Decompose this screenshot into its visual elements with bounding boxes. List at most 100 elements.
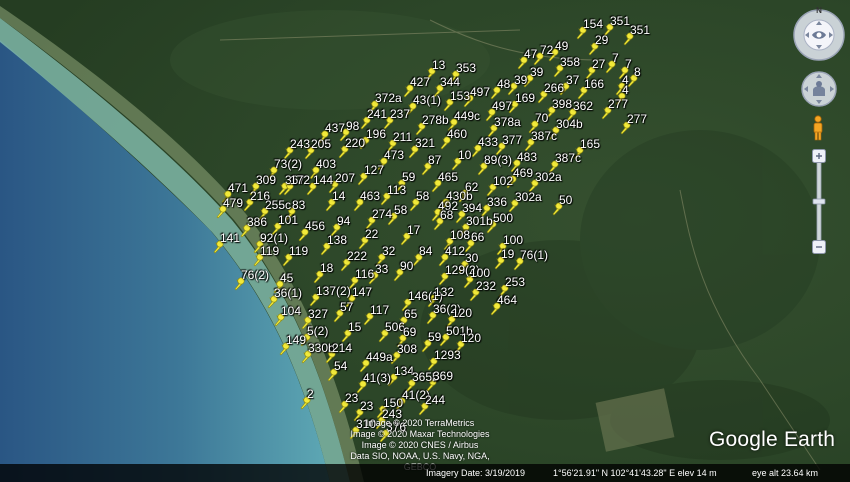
placemark-label[interactable]: 117 xyxy=(370,304,389,316)
placemark-label[interactable]: 255c xyxy=(265,199,291,211)
placemark-label[interactable]: 69 xyxy=(403,326,416,338)
pegman-icon[interactable] xyxy=(811,115,825,141)
placemark-label[interactable]: 58 xyxy=(416,190,429,202)
placemark-label[interactable]: 327 xyxy=(308,308,328,320)
placemark-label[interactable]: 119 xyxy=(289,245,308,257)
zoom-out-icon[interactable] xyxy=(812,240,826,254)
placemark-label[interactable]: 104 xyxy=(281,305,301,317)
placemark-label[interactable]: 37 xyxy=(566,74,579,86)
placemark-label[interactable]: 387c xyxy=(555,152,581,164)
placemark-label[interactable]: 277 xyxy=(608,98,628,110)
placemark-label[interactable]: 398 xyxy=(552,98,572,110)
placemark-label[interactable]: 72 xyxy=(540,44,553,56)
satellite-map[interactable] xyxy=(0,0,850,482)
compass-ring-icon[interactable] xyxy=(792,8,846,62)
placemark-label[interactable]: 483 xyxy=(517,151,537,163)
placemark-label[interactable]: 1293 xyxy=(434,349,461,361)
placemark-label[interactable]: 102 xyxy=(493,175,513,187)
placemark-label[interactable]: 47 xyxy=(524,48,537,60)
placemark-label[interactable]: 90 xyxy=(400,260,413,272)
placemark-label[interactable]: 87 xyxy=(428,154,441,166)
placemark-label[interactable]: 372a xyxy=(375,92,402,104)
placemark-label[interactable]: 344 xyxy=(440,76,460,88)
look-joystick-icon[interactable] xyxy=(800,70,838,108)
placemark-label[interactable]: 460 xyxy=(447,128,467,140)
placemark-label[interactable]: 497 xyxy=(492,100,512,112)
placemark-label[interactable]: 83 xyxy=(292,199,305,211)
placemark-label[interactable]: 241 xyxy=(367,108,387,120)
placemark-label[interactable]: 100 xyxy=(503,234,523,246)
placemark-label[interactable]: 39 xyxy=(530,66,543,78)
placemark-label[interactable]: 473 xyxy=(384,149,404,161)
placemark-label[interactable]: 141 xyxy=(220,232,240,244)
placemark-label[interactable]: 65 xyxy=(404,308,417,320)
placemark-label[interactable]: 412 xyxy=(445,245,465,257)
placemark-label[interactable]: 154 xyxy=(583,18,603,30)
placemark-label[interactable]: 57 xyxy=(340,301,353,313)
placemark-label[interactable]: 70 xyxy=(535,112,548,124)
placemark-label[interactable]: 330b xyxy=(308,342,335,354)
placemark-label[interactable]: 166 xyxy=(584,78,604,90)
placemark-label[interactable]: 205 xyxy=(311,138,331,150)
placemark-label[interactable]: 29 xyxy=(595,34,608,46)
placemark-label[interactable]: 377 xyxy=(502,134,522,146)
placemark-label[interactable]: 403 xyxy=(316,158,336,170)
placemark-label[interactable]: 84 xyxy=(419,245,432,257)
placemark-label[interactable]: 49 xyxy=(555,40,568,52)
placemark-label[interactable]: 149 xyxy=(286,334,306,346)
placemark-label[interactable]: 36(1) xyxy=(274,287,302,299)
placemark-label[interactable]: 309 xyxy=(256,174,276,186)
placemark-label[interactable]: 33 xyxy=(375,263,388,275)
placemark-label[interactable]: 100 xyxy=(470,267,490,279)
placemark-label[interactable]: 39 xyxy=(514,74,527,86)
placemark-label[interactable]: 277 xyxy=(627,113,647,125)
placemark-label[interactable]: 48 xyxy=(497,78,510,90)
placemark-label[interactable]: 58 xyxy=(394,204,407,216)
placemark-label[interactable]: 427 xyxy=(410,76,430,88)
placemark-label[interactable]: 7 xyxy=(612,52,619,64)
placemark-label[interactable]: 116 xyxy=(355,268,374,280)
placemark-label[interactable]: 59 xyxy=(428,331,441,343)
placemark-label[interactable]: 500 xyxy=(493,212,513,224)
placemark-label[interactable]: 5(2) xyxy=(307,325,328,337)
placemark-label[interactable]: 147 xyxy=(352,286,372,298)
placemark-label[interactable]: 353 xyxy=(456,62,476,74)
placemark-label[interactable]: 479 xyxy=(223,197,243,209)
placemark-label[interactable]: 144 xyxy=(313,174,333,186)
placemark-label[interactable]: 253 xyxy=(505,276,525,288)
placemark-label[interactable]: 13 xyxy=(432,59,445,71)
placemark-label[interactable]: 464 xyxy=(497,294,517,306)
placemark-label[interactable]: 465 xyxy=(438,171,458,183)
placemark-label[interactable]: 8 xyxy=(634,66,641,78)
placemark-label[interactable]: 22 xyxy=(365,228,378,240)
placemark-label[interactable]: 222 xyxy=(347,250,367,262)
placemark-label[interactable]: 394 xyxy=(462,202,482,214)
placemark-label[interactable]: 138 xyxy=(327,234,347,246)
zoom-slider[interactable] xyxy=(810,149,828,255)
placemark-label[interactable]: 92(1) xyxy=(260,232,288,244)
placemark-label[interactable]: 94 xyxy=(337,215,350,227)
placemark-label[interactable]: 358 xyxy=(560,56,580,68)
placemark-label[interactable]: 45 xyxy=(280,272,293,284)
placemark-label[interactable]: 68 xyxy=(440,209,453,221)
placemark-label[interactable]: 321 xyxy=(415,137,435,149)
placemark-label[interactable]: 19 xyxy=(501,248,514,260)
placemark-label[interactable]: 266 xyxy=(544,82,564,94)
placemark-label[interactable]: 211 xyxy=(393,131,412,143)
placemark-label[interactable]: 232 xyxy=(476,280,496,292)
placemark-label[interactable]: 308 xyxy=(397,343,417,355)
placemark-label[interactable]: 449c xyxy=(454,110,480,122)
placemark-label[interactable]: 497 xyxy=(470,86,490,98)
placemark-label[interactable]: 301b xyxy=(466,215,493,227)
placemark-label[interactable]: 15 xyxy=(348,321,361,333)
placemark-label[interactable]: 66 xyxy=(471,231,484,243)
placemark-label[interactable]: 76(2) xyxy=(241,269,269,281)
placemark-label[interactable]: 101 xyxy=(278,214,298,226)
placemark-label[interactable]: 73(2) xyxy=(274,158,302,170)
placemark-label[interactable]: 120 xyxy=(461,332,481,344)
placemark-label[interactable]: 196 xyxy=(366,128,386,140)
placemark-label[interactable]: 469 xyxy=(513,167,533,179)
placemark-label[interactable]: 27 xyxy=(592,58,605,70)
placemark-label[interactable]: 119 xyxy=(260,245,279,257)
placemark-label[interactable]: 471 xyxy=(228,182,248,194)
